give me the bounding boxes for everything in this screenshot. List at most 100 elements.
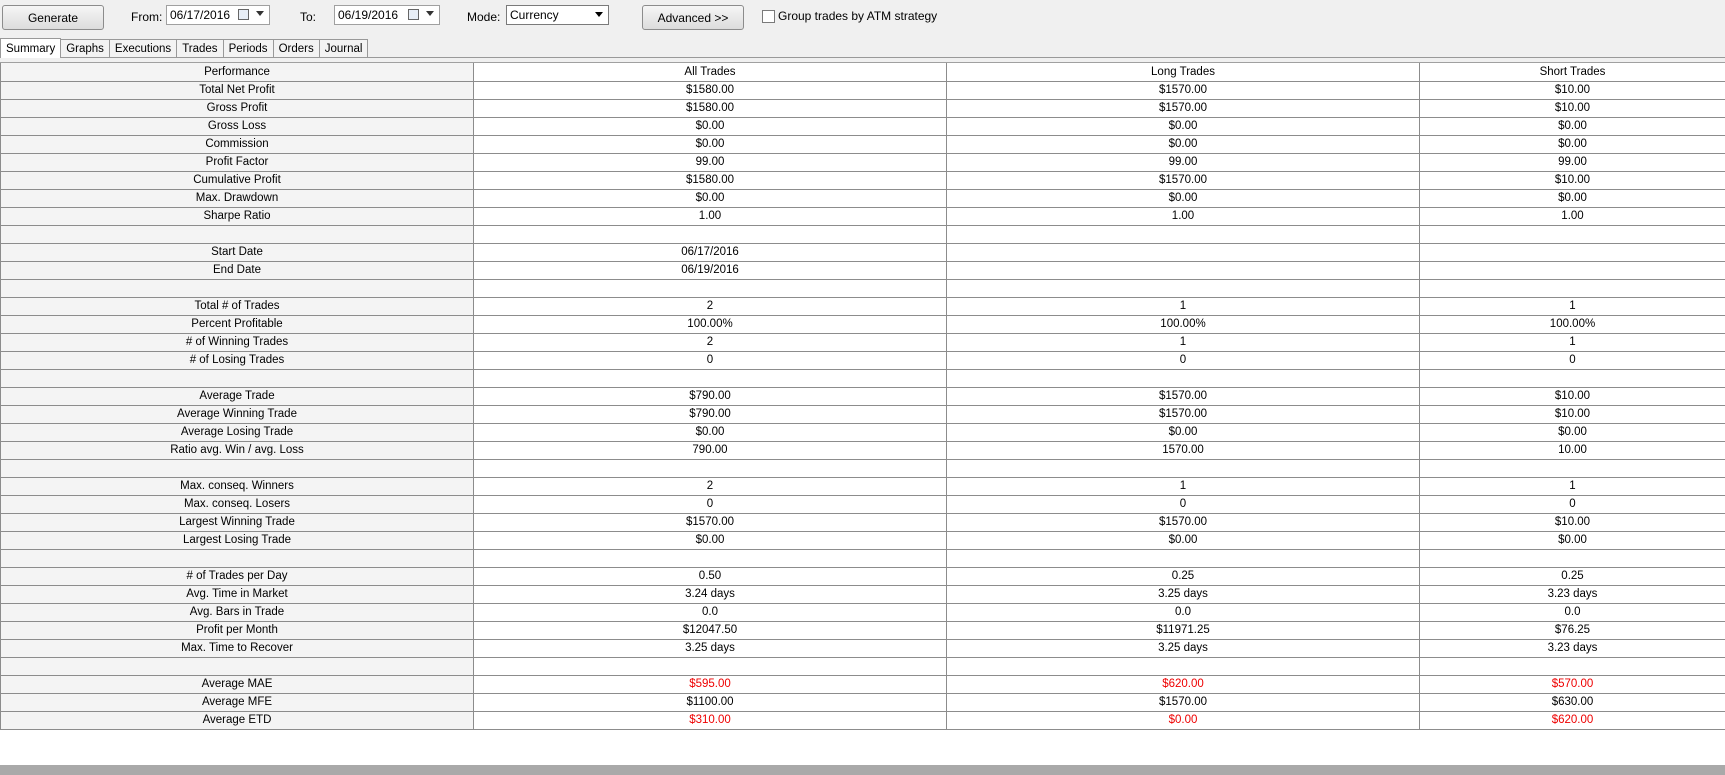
from-date-picker[interactable]: 06/17/2016	[166, 5, 270, 25]
chevron-down-icon[interactable]	[426, 11, 434, 16]
metric-value-cell: $1570.00	[946, 171, 1420, 190]
table-row[interactable]: Average Losing Trade $0.00 $0.00 $0.00	[0, 423, 1725, 442]
tab-executions[interactable]: Executions	[108, 39, 178, 58]
column-header-performance[interactable]: Performance	[0, 63, 474, 82]
metric-value-cell: $0.00	[946, 189, 1420, 208]
table-row[interactable]: Average Trade $790.00 $1570.00 $10.00	[0, 387, 1725, 406]
table-row[interactable]: Max. Time to Recover 3.25 days 3.25 days 3.…	[0, 639, 1725, 658]
table-spacer-row[interactable]	[0, 279, 1725, 298]
metric-value-cell: 0.50	[473, 567, 947, 586]
table-row[interactable]: Max. conseq. Winners 2 1 1	[0, 477, 1725, 496]
table-row[interactable]: Commission $0.00 $0.00 $0.00	[0, 135, 1725, 154]
table-row[interactable]: Ratio avg. Win / avg. Loss 790.00 1570.00 1…	[0, 441, 1725, 460]
table-row[interactable]: Largest Losing Trade $0.00 $0.00 $0.00	[0, 531, 1725, 550]
column-header-short-trades[interactable]: Short Trades	[1419, 63, 1725, 82]
table-row[interactable]: Largest Winning Trade $1570.00 $1570.00 $10…	[0, 513, 1725, 532]
metric-value-cell: $1570.00	[946, 387, 1420, 406]
table-row[interactable]: Average Winning Trade $790.00 $1570.00 $10.…	[0, 405, 1725, 424]
table-row[interactable]: Average ETD $310.00 $0.00 $620.00	[0, 711, 1725, 730]
metric-value-cell: $1570.00	[946, 81, 1420, 100]
metric-value-cell: 2	[473, 333, 947, 352]
chevron-down-icon[interactable]	[595, 12, 603, 17]
table-row[interactable]: Cumulative Profit $1580.00 $1570.00 $10.00	[0, 171, 1725, 190]
table-header-row: Performance All Trades Long Trades Short…	[0, 63, 1725, 82]
table-row[interactable]: Avg. Bars in Trade 0.0 0.0 0.0	[0, 603, 1725, 622]
metric-value-cell: $0.00	[1419, 135, 1725, 154]
table-row[interactable]: # of Trades per Day 0.50 0.25 0.25	[0, 567, 1725, 586]
chevron-down-icon[interactable]	[256, 11, 264, 16]
metric-label-cell	[0, 279, 474, 298]
mode-select[interactable]: Currency	[506, 5, 609, 25]
metric-value-cell: $620.00	[1419, 711, 1725, 730]
tab-summary[interactable]: Summary	[0, 38, 62, 58]
table-spacer-row[interactable]	[0, 369, 1725, 388]
table-spacer-row[interactable]	[0, 657, 1725, 676]
group-atm-label[interactable]: Group trades by ATM strategy	[778, 9, 937, 23]
table-row[interactable]: Average MFE $1100.00 $1570.00 $630.00	[0, 693, 1725, 712]
table-spacer-row[interactable]	[0, 225, 1725, 244]
calendar-icon[interactable]	[238, 9, 249, 20]
advanced-button[interactable]: Advanced >>	[642, 5, 744, 30]
metric-label-cell: Ratio avg. Win / avg. Loss	[0, 441, 474, 460]
table-row[interactable]: Average MAE $595.00 $620.00 $570.00	[0, 675, 1725, 694]
metric-value-cell: 3.23 days	[1419, 585, 1725, 604]
table-row[interactable]: Gross Profit $1580.00 $1570.00 $10.00	[0, 99, 1725, 118]
table-row[interactable]: End Date 06/19/2016	[0, 261, 1725, 280]
table-row[interactable]: Total # of Trades 2 1 1	[0, 297, 1725, 316]
metric-label-cell: Average MAE	[0, 675, 474, 694]
group-atm-checkbox[interactable]	[762, 10, 775, 23]
column-header-all-trades[interactable]: All Trades	[473, 63, 947, 82]
metric-label-cell: Max. conseq. Winners	[0, 477, 474, 496]
metric-value-cell: 3.25 days	[946, 585, 1420, 604]
tab-orders[interactable]: Orders	[272, 39, 320, 58]
table-row[interactable]: Gross Loss $0.00 $0.00 $0.00	[0, 117, 1725, 136]
metric-value-cell: $0.00	[946, 135, 1420, 154]
metric-value-cell: $0.00	[473, 117, 947, 136]
metric-value-cell: $0.00	[946, 117, 1420, 136]
tab-periods[interactable]: Periods	[222, 39, 274, 58]
metric-value-cell: $310.00	[473, 711, 947, 730]
metric-value-cell: $595.00	[473, 675, 947, 694]
table-row[interactable]: Start Date 06/17/2016	[0, 243, 1725, 262]
table-row[interactable]: # of Winning Trades 2 1 1	[0, 333, 1725, 352]
metric-value-cell	[946, 225, 1420, 244]
metric-value-cell	[1419, 459, 1725, 478]
table-row[interactable]: Max. conseq. Losers 0 0 0	[0, 495, 1725, 514]
generate-button[interactable]: Generate	[2, 5, 104, 30]
metric-value-cell: 100.00%	[946, 315, 1420, 334]
calendar-icon[interactable]	[408, 9, 419, 20]
tab-graphs[interactable]: Graphs	[60, 39, 110, 58]
to-date-picker[interactable]: 06/19/2016	[334, 5, 440, 25]
metric-value-cell: $790.00	[473, 387, 947, 406]
metric-label-cell: Gross Profit	[0, 99, 474, 118]
metric-label-cell: Total # of Trades	[0, 297, 474, 316]
tab-journal[interactable]: Journal	[318, 39, 369, 58]
metric-value-cell: $0.00	[1419, 117, 1725, 136]
table-spacer-row[interactable]	[0, 459, 1725, 478]
metric-label-cell: Largest Winning Trade	[0, 513, 474, 532]
table-row[interactable]: Profit per Month $12047.50 $11971.25 $76.25	[0, 621, 1725, 640]
metric-value-cell: 1	[1419, 333, 1725, 352]
table-row[interactable]: Max. Drawdown $0.00 $0.00 $0.00	[0, 189, 1725, 208]
table-row[interactable]: Percent Profitable 100.00% 100.00% 100.00%	[0, 315, 1725, 334]
tab-strip: Summary Graphs Executions Trades Periods…	[0, 38, 369, 58]
summary-grid[interactable]: Performance All Trades Long Trades Short…	[0, 62, 1725, 766]
metric-value-cell: 2	[473, 297, 947, 316]
table-row[interactable]: # of Losing Trades 0 0 0	[0, 351, 1725, 370]
tab-trades[interactable]: Trades	[176, 39, 224, 58]
metric-value-cell: 1	[946, 333, 1420, 352]
metric-value-cell: $1580.00	[473, 171, 947, 190]
table-row[interactable]: Sharpe Ratio 1.00 1.00 1.00	[0, 207, 1725, 226]
metric-value-cell: $0.00	[946, 423, 1420, 442]
column-header-long-trades[interactable]: Long Trades	[946, 63, 1420, 82]
table-spacer-row[interactable]	[0, 549, 1725, 568]
metric-value-cell	[473, 459, 947, 478]
metric-value-cell: 0	[473, 495, 947, 514]
table-row[interactable]: Avg. Time in Market 3.24 days 3.25 days 3.2…	[0, 585, 1725, 604]
table-row[interactable]: Profit Factor 99.00 99.00 99.00	[0, 153, 1725, 172]
metric-value-cell: 99.00	[946, 153, 1420, 172]
metric-value-cell: $10.00	[1419, 81, 1725, 100]
metric-value-cell: 2	[473, 477, 947, 496]
table-row[interactable]: Total Net Profit $1580.00 $1570.00 $10.00	[0, 81, 1725, 100]
metric-value-cell: 0	[1419, 495, 1725, 514]
